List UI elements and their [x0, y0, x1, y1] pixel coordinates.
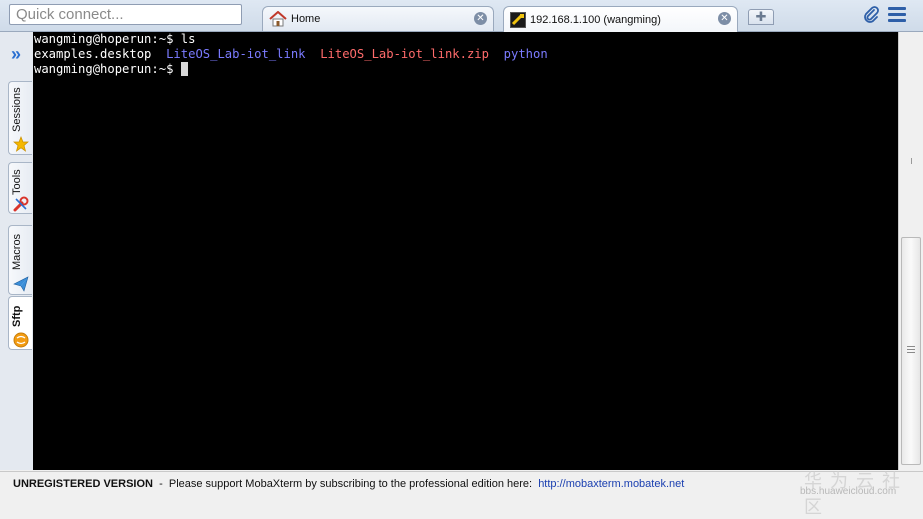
- tab-home-label: Home: [291, 13, 321, 25]
- new-tab-button[interactable]: ✚: [748, 9, 774, 25]
- tools-icon: [13, 196, 29, 212]
- tab-ssh-session[interactable]: 192.168.1.100 (wangming) ✕: [503, 6, 738, 32]
- terminal-scrollbar[interactable]: [898, 32, 923, 470]
- close-tab-ssh-icon[interactable]: ✕: [718, 12, 731, 25]
- terminal-cursor: [180, 62, 188, 76]
- file-entry: examples.desktop: [34, 47, 152, 61]
- support-text: - Please support MobaXterm by subscribin…: [152, 478, 539, 490]
- close-tab-home-icon[interactable]: ✕: [474, 12, 487, 25]
- star-icon: [13, 136, 29, 152]
- paper-plane-icon: [13, 276, 29, 292]
- scroll-tick: [911, 158, 912, 164]
- sidebar-item-sftp[interactable]: Sftp: [8, 296, 32, 350]
- paperclip-icon[interactable]: [862, 6, 880, 24]
- watermark-url: bbs.huaweicloud.com: [800, 486, 897, 497]
- sftp-globe-icon: [13, 332, 29, 348]
- sidebar-item-label: Macros: [11, 233, 23, 271]
- plus-icon: ✚: [755, 9, 767, 24]
- quick-connect-input[interactable]: [9, 4, 242, 25]
- status-message: UNREGISTERED VERSION - Please support Mo…: [13, 478, 684, 490]
- mobatek-link[interactable]: http://mobaxterm.mobatek.net: [538, 478, 684, 490]
- sidebar-item-label: Sftp: [11, 305, 23, 327]
- expand-sidebar-icon[interactable]: »: [11, 45, 29, 64]
- scrollbar-thumb[interactable]: [901, 237, 921, 465]
- tab-home[interactable]: Home ✕: [262, 6, 494, 31]
- top-bar: Home ✕ 192.168.1.100 (wangming) ✕ ✚: [0, 0, 923, 32]
- sidebar-item-label: Tools: [11, 169, 23, 195]
- tab-ssh-label: 192.168.1.100 (wangming): [530, 13, 661, 26]
- terminal-prompt-line: wangming@hoperun:~$: [34, 62, 898, 77]
- unregistered-label: UNREGISTERED VERSION: [13, 478, 153, 490]
- zip-entry: LiteOS_Lab-iot_link.zip: [320, 47, 489, 61]
- sidebar-item-tools[interactable]: Tools: [8, 162, 32, 214]
- menu-icon[interactable]: [888, 7, 906, 23]
- left-sidebar: » Sessions Tools Macros Sftp: [0, 32, 34, 470]
- ssh-terminal-icon: [510, 11, 526, 28]
- home-icon: [269, 11, 287, 27]
- dir-entry: LiteOS_Lab-iot_link: [166, 47, 306, 61]
- sidebar-item-label: Sessions: [11, 87, 23, 132]
- sidebar-item-sessions[interactable]: Sessions: [8, 81, 32, 155]
- dir-entry: python: [503, 47, 548, 61]
- terminal-prompt: wangming@hoperun:~$: [34, 62, 181, 76]
- terminal-command-line: wangming@hoperun:~$ ls: [34, 32, 196, 46]
- terminal-output[interactable]: wangming@hoperun:~$ ls examples.desktop …: [33, 32, 898, 470]
- sidebar-item-macros[interactable]: Macros: [8, 225, 32, 295]
- ls-output-line: examples.desktop LiteOS_Lab-iot_link Lit…: [34, 47, 898, 62]
- status-bar: UNREGISTERED VERSION - Please support Mo…: [0, 471, 923, 517]
